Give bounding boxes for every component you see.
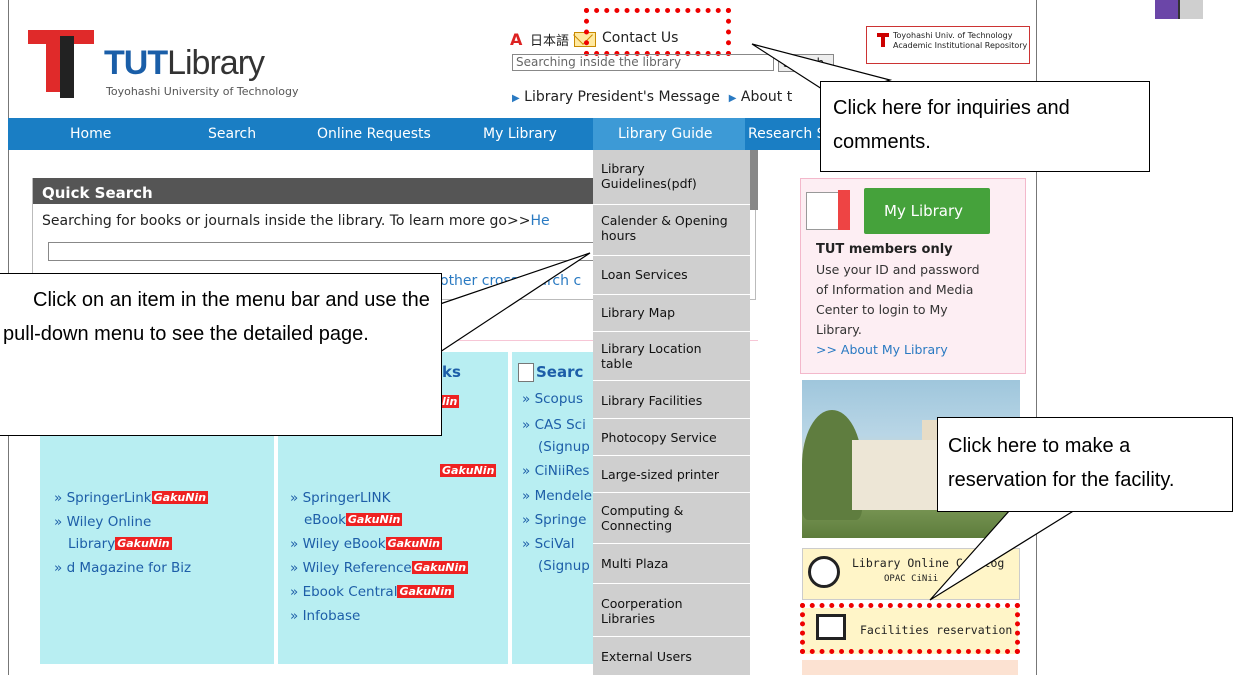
slide-tile-purple [1155,0,1179,19]
slide-tile-gray [1179,0,1203,19]
menu-callout: Click on an item in the menu bar and use… [0,273,442,436]
facility-callout-pointer [929,509,1078,601]
facility-callout: Click here to make a reservation for the… [937,417,1233,512]
contact-callout: Click here for inquiries and comments. [820,81,1150,172]
menu-callout-pointer [439,252,591,354]
slide-tile-divider [1178,0,1180,19]
